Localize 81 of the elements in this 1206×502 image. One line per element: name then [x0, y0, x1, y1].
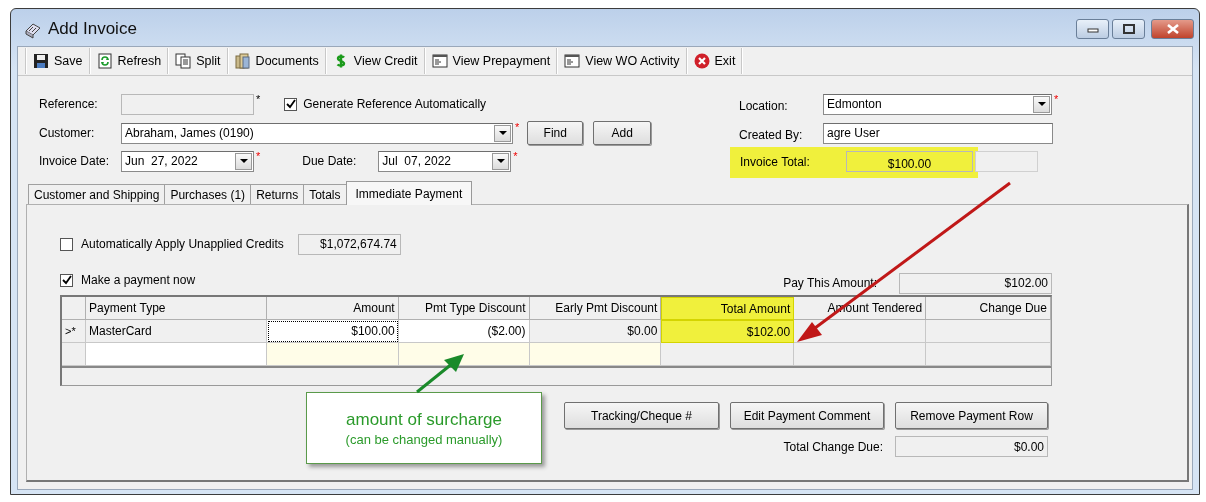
toolbar-button[interactable]: View WO Activity — [558, 49, 686, 73]
refresh-icon — [96, 53, 113, 69]
credit-amount-field: $1,072,674.74 — [297, 233, 401, 255]
dropdown-button[interactable] — [1033, 95, 1050, 113]
date-field[interactable]: Jun 27, 2022 — [121, 150, 254, 172]
toolbar-button[interactable]: Split — [169, 49, 227, 73]
field-label: Due Date: — [302, 154, 358, 168]
location-field[interactable]: Edmonton — [823, 93, 1052, 115]
pages-icon — [175, 53, 192, 69]
checkbox-label: Automatically Apply Unapplied Credits — [81, 237, 284, 251]
toolbar-button[interactable]: Documents — [228, 49, 325, 73]
required-marker: * — [256, 150, 261, 162]
dropdown-button[interactable] — [235, 152, 252, 170]
required-marker: * — [515, 121, 520, 133]
row-header — [62, 297, 86, 320]
close-button[interactable] — [1151, 19, 1194, 39]
window-title: Add Invoice — [48, 19, 137, 39]
pay-amount-field: $102.00 — [899, 272, 1052, 294]
tab[interactable]: Purchases (1) — [164, 184, 252, 204]
close-icon — [1165, 24, 1180, 34]
callout-note: (can be changed manually) — [345, 431, 503, 447]
customer-field[interactable]: Abraham, James (0190) — [121, 122, 513, 144]
field-label: Created By: — [739, 128, 804, 142]
minimize-button[interactable] — [1076, 19, 1109, 39]
table-cell[interactable] — [266, 343, 399, 366]
required-marker: * — [1054, 93, 1059, 105]
invoice-total-field: $100.00 — [846, 151, 973, 172]
change-due-field: $0.00 — [895, 436, 1048, 457]
toolbar-button[interactable]: Refresh — [90, 49, 168, 73]
dropdown-button[interactable] — [492, 152, 510, 170]
date-field[interactable]: Jul 07, 2022 — [378, 150, 512, 172]
field-label: Reference: — [39, 97, 99, 111]
table-cell[interactable] — [86, 343, 267, 366]
window-icon — [564, 53, 581, 69]
table-cell: $102.00 — [661, 320, 795, 343]
field-label: Pay This Amount: — [783, 276, 877, 290]
field-label: Customer: — [39, 126, 96, 140]
window-icon — [431, 53, 448, 69]
toolbar-button[interactable]: Save — [27, 49, 89, 73]
table-cell[interactable]: ($2.00) — [398, 320, 530, 343]
action-button[interactable]: Tracking/Cheque # — [564, 402, 719, 429]
table-cell[interactable] — [398, 343, 530, 366]
add-button[interactable]: Add — [593, 121, 652, 145]
folders-icon — [234, 53, 251, 69]
maximize-button[interactable] — [1112, 19, 1145, 39]
exit-icon — [693, 53, 710, 69]
reference-field[interactable] — [121, 93, 254, 115]
toolbar-button[interactable]: View Prepayment — [425, 49, 557, 73]
column-header: Payment Type — [86, 297, 267, 320]
checkbox[interactable] — [284, 97, 298, 111]
save-icon — [33, 53, 49, 69]
checkbox-label: Make a payment now — [81, 273, 196, 287]
required-marker: * — [513, 150, 518, 162]
callout-text: amount of surcharge — [346, 409, 502, 430]
toolbar-button[interactable]: Exit — [687, 49, 742, 73]
row-indicator — [62, 343, 86, 366]
column-header: Change Due — [926, 297, 1051, 320]
toolbar-button[interactable]: View Credit — [326, 49, 424, 73]
dropdown-button[interactable] — [494, 124, 511, 142]
checkbox-label: Generate Reference Automatically — [303, 97, 487, 111]
tab[interactable]: Customer and Shipping — [28, 184, 166, 204]
register-icon — [24, 21, 42, 39]
field-label: Invoice Total: — [740, 154, 811, 169]
blank-field — [975, 150, 1038, 172]
checkbox[interactable] — [60, 273, 73, 287]
annotation-arrow — [416, 354, 464, 394]
tab[interactable]: Immediate Payment — [345, 181, 473, 205]
field-label: Location: — [739, 98, 789, 113]
field-label: Total Change Due: — [783, 439, 883, 454]
column-header: Total Amount — [661, 297, 795, 320]
action-button[interactable]: Edit Payment Comment — [730, 402, 884, 429]
required-marker: * — [256, 93, 261, 105]
row-indicator: >* — [62, 320, 86, 343]
table-cell[interactable]: $100.00 — [266, 320, 399, 343]
checkbox[interactable] — [60, 237, 73, 251]
field-label: Invoice Date: — [39, 154, 111, 168]
find-button[interactable]: Find — [527, 121, 584, 145]
table-cell[interactable] — [529, 343, 662, 366]
created-by-field[interactable]: agre User — [823, 122, 1053, 144]
action-button[interactable]: Remove Payment Row — [895, 402, 1048, 429]
maximize-icon — [1122, 24, 1135, 34]
